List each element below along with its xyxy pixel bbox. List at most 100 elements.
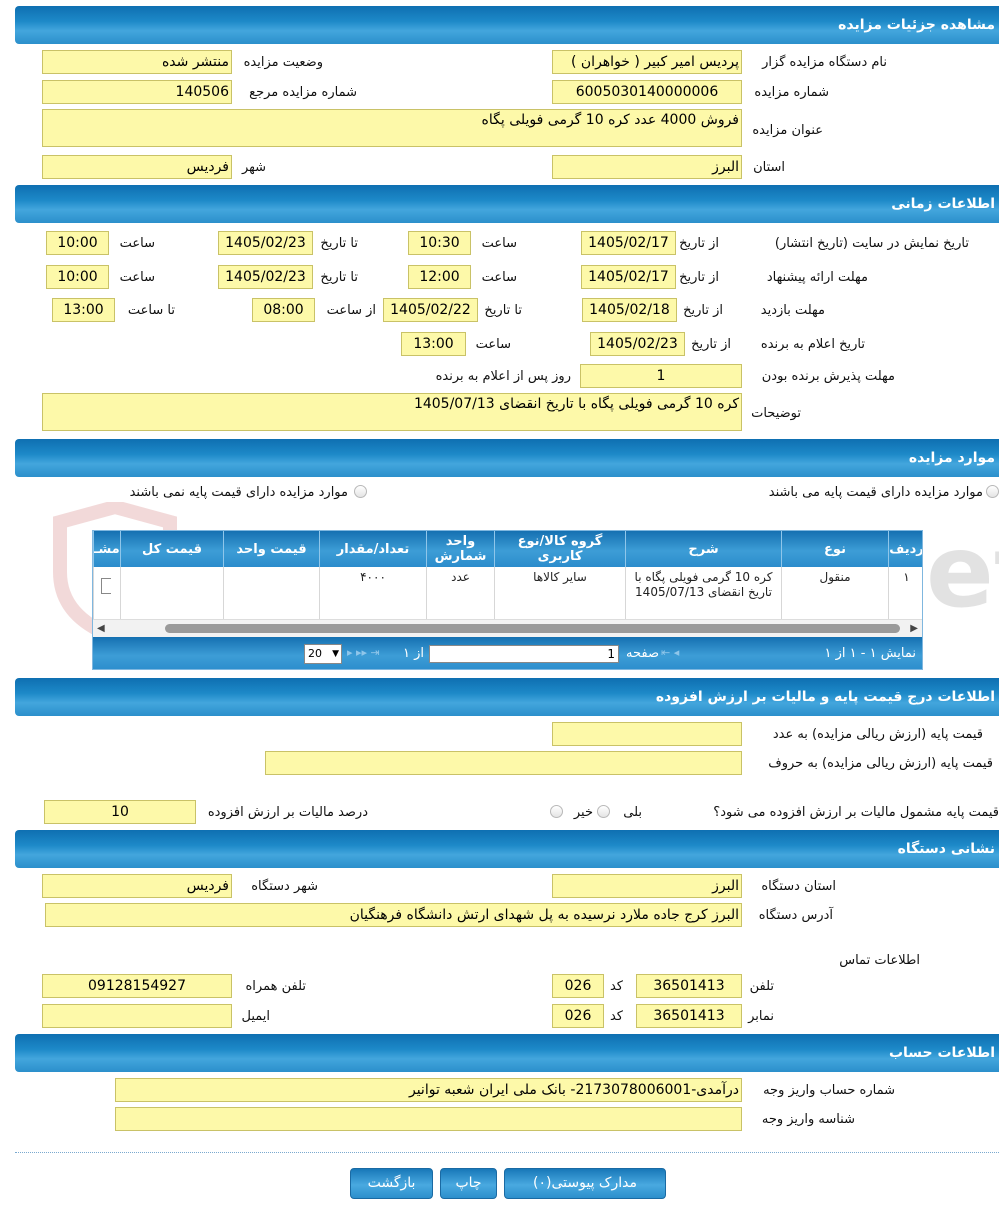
- attachments-button[interactable]: مدارک پیوستی(۰): [504, 1168, 666, 1199]
- auction-number-label: شماره مزایده: [754, 85, 829, 100]
- section-header-account: اطلاعات حساب: [15, 1034, 999, 1072]
- print-button[interactable]: چاپ: [440, 1168, 497, 1199]
- offer-to-hour-label: ساعت: [119, 270, 155, 285]
- org-address-field: البرز کرج جاده ملارد نرسیده به پل شهدای …: [45, 903, 742, 927]
- base-price-number-field: [552, 722, 742, 746]
- items-grid: ردیف نوع شرح گروه کالا/نوع کاربری واحد ش…: [92, 530, 923, 670]
- offer-from-time: 12:00: [408, 265, 471, 289]
- display-from-date: 1405/02/17: [581, 231, 676, 255]
- announce-hour-label: ساعت: [475, 337, 511, 352]
- cell-group: سایر کالاها: [494, 567, 625, 619]
- display-from-time: 10:30: [408, 231, 471, 255]
- visit-from-label: از تاریخ: [683, 303, 723, 318]
- col-unit: واحد شمارش: [426, 531, 494, 567]
- display-to-date: 1405/02/23: [218, 231, 313, 255]
- row-button-icon[interactable]: [101, 578, 111, 594]
- page-size-select[interactable]: 20 ▼: [304, 644, 342, 664]
- col-unit-price: قیمت واحد: [223, 531, 319, 567]
- visit-from-date: 1405/02/18: [582, 298, 677, 322]
- org-province-label: استان دستگاه: [761, 879, 836, 894]
- display-date-label: تاریخ نمایش در سایت (تاریخ انتشار): [774, 236, 969, 251]
- payment-id-field: [115, 1107, 742, 1131]
- cell-unit: عدد: [426, 567, 494, 619]
- col-qty: تعداد/مقدار: [319, 531, 426, 567]
- status-field: منتشر شده: [42, 50, 232, 74]
- offer-to-label: تا تاریخ: [320, 270, 358, 285]
- page-input[interactable]: 1: [429, 645, 619, 663]
- province-field: البرز: [552, 155, 742, 179]
- status-label: وضعیت مزایده: [243, 55, 323, 70]
- fax-label: نمابر: [748, 1009, 774, 1024]
- cell-total: [120, 567, 223, 619]
- announce-from-label: از تاریخ: [691, 337, 731, 352]
- back-button[interactable]: بازگشت: [350, 1168, 433, 1199]
- divider: [15, 1152, 999, 1153]
- with-base-radio[interactable]: [986, 485, 999, 498]
- cell-more: [93, 567, 120, 619]
- cell-type: منقول: [781, 567, 888, 619]
- section-header-address: نشانی دستگاه: [15, 830, 999, 868]
- display-to-time: 10:00: [46, 231, 109, 255]
- cell-qty: ۴۰۰۰: [319, 567, 426, 619]
- vat-yes-label: بلی: [623, 805, 642, 820]
- announce-label: تاریخ اعلام به برنده: [760, 337, 865, 352]
- col-row: ردیف: [888, 531, 922, 567]
- base-price-text-field: [265, 751, 742, 775]
- fax-field: 36501413: [636, 1004, 742, 1028]
- ref-number-label: شماره مزایده مرجع: [249, 85, 357, 100]
- chevron-down-icon: ▼: [332, 649, 339, 659]
- org-city-label: شهر دستگاه: [251, 879, 318, 894]
- phone-label: تلفن: [749, 979, 774, 994]
- vat-no-label: خیر: [573, 805, 593, 820]
- vat-no-radio[interactable]: [550, 805, 563, 818]
- base-price-number-label: قیمت پایه (ارزش ریالی مزایده) به عدد: [772, 727, 983, 742]
- visit-to-date: 1405/02/22: [383, 298, 478, 322]
- description-field: کره 10 گرمی فویلی پگاه با تاریخ انقضای 1…: [42, 393, 742, 431]
- org-city-field: فردیس: [42, 874, 232, 898]
- email-field: [42, 1004, 232, 1028]
- col-total: قیمت کل: [120, 531, 223, 567]
- cell-unit-price: [223, 567, 319, 619]
- scroll-left-icon[interactable]: ◀: [97, 623, 105, 634]
- last-page-icon[interactable]: ▸ ▸▸ ⇥: [347, 646, 380, 659]
- account-number-field: درآمدی-2173078006001- بانک ملی ایران شعب…: [115, 1078, 742, 1102]
- without-base-radio[interactable]: [354, 485, 367, 498]
- page-size-value: 20: [308, 647, 322, 660]
- phone-code-label: کد: [609, 979, 623, 994]
- city-label: شهر: [241, 160, 266, 175]
- col-group: گروه کالا/نوع کاربری: [494, 531, 625, 567]
- visit-to-hour-label: تا ساعت: [127, 303, 175, 318]
- phone-field: 36501413: [636, 974, 742, 998]
- auction-number-field: 6005030140000006: [552, 80, 742, 104]
- horizontal-scrollbar[interactable]: ◀ ▶: [93, 619, 922, 637]
- announce-time: 13:00: [401, 332, 466, 356]
- visit-to-time: 13:00: [52, 298, 115, 322]
- org-field: پردیس امیر کبیر ( خواهران ): [552, 50, 742, 74]
- vat-yes-radio[interactable]: [597, 805, 610, 818]
- mobile-field: 09128154927: [42, 974, 232, 998]
- offer-from-label: از تاریخ: [679, 270, 719, 285]
- offer-deadline-label: مهلت ارائه پیشنهاد: [766, 270, 868, 285]
- org-address-label: آدرس دستگاه: [758, 908, 833, 923]
- ref-number-field: 140506: [42, 80, 232, 104]
- page-label: صفحه: [626, 646, 659, 661]
- page-of-label: از ۱: [402, 646, 424, 661]
- province-label: استان: [753, 160, 785, 175]
- scroll-thumb[interactable]: [165, 624, 900, 633]
- scroll-right-icon[interactable]: ▶: [910, 623, 918, 634]
- fax-code-field: 026: [552, 1004, 604, 1028]
- vat-percent-label: درصد مالیات بر ارزش افزوده: [207, 805, 368, 820]
- visit-to-label: تا تاریخ: [484, 303, 522, 318]
- visit-deadline-label: مهلت بازدید: [760, 303, 825, 318]
- first-page-icon[interactable]: ⇤ ◂: [661, 646, 679, 659]
- without-base-label: موارد مزایده دارای قیمت پایه نمی باشند: [129, 485, 348, 500]
- description-label: توضیحات: [751, 406, 801, 421]
- section-header-items: موارد مزایده: [15, 439, 999, 477]
- contact-info-label: اطلاعات تماس: [839, 953, 920, 968]
- pager-display: نمایش ۱ - ۱ از ۱: [824, 646, 917, 661]
- cell-desc: کره 10 گرمی فویلی پگاه با تاریخ انقضای 1…: [625, 567, 781, 619]
- col-more: مشـ: [93, 531, 120, 567]
- visit-from-hour-label: از ساعت: [326, 303, 376, 318]
- payment-id-label: شناسه واریز وجه: [761, 1112, 855, 1127]
- account-number-label: شماره حساب واریز وجه: [763, 1083, 895, 1098]
